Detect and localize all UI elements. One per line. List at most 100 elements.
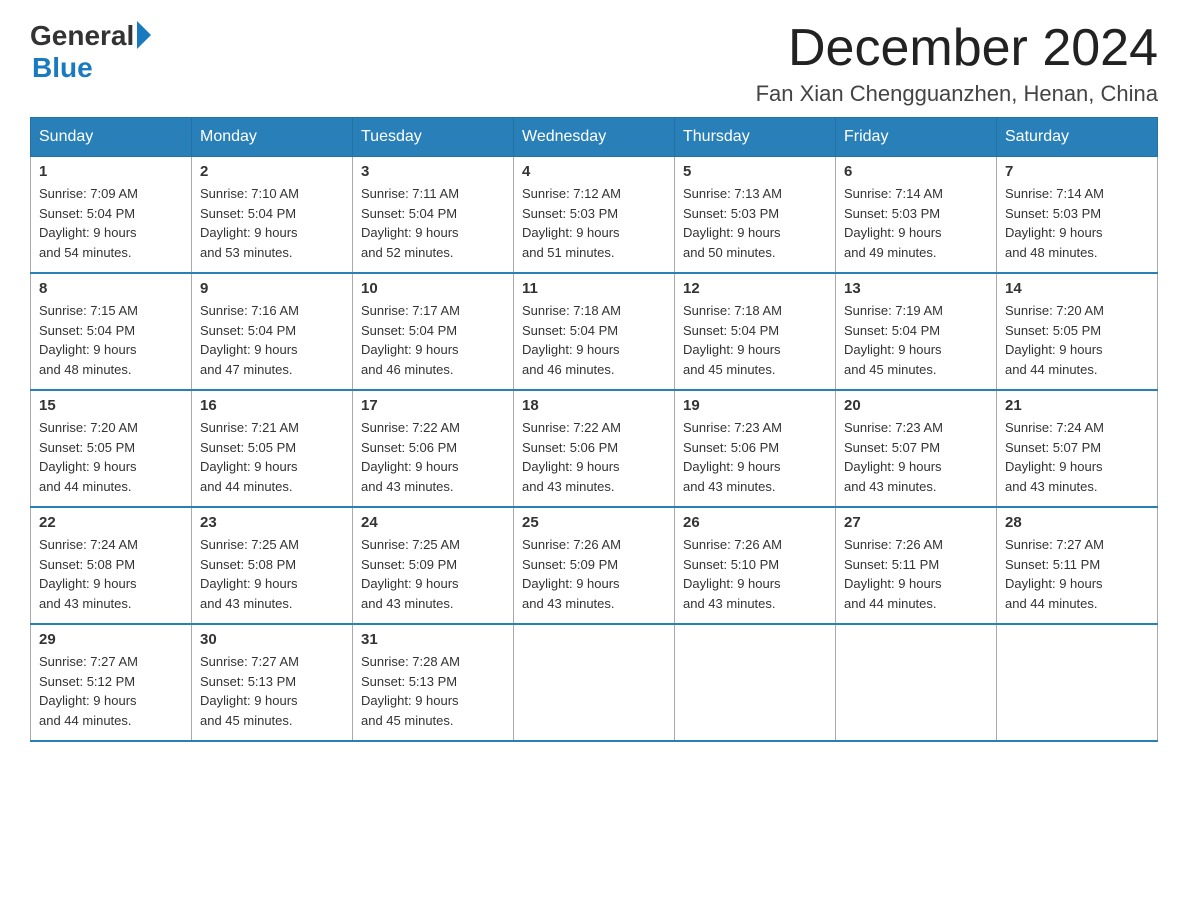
day-info: Sunrise: 7:24 AMSunset: 5:08 PMDaylight:… <box>39 535 183 613</box>
weekday-header-friday: Friday <box>836 118 997 157</box>
day-number: 25 <box>522 514 666 531</box>
day-cell: 2 Sunrise: 7:10 AMSunset: 5:04 PMDayligh… <box>192 157 353 274</box>
weekday-header-saturday: Saturday <box>997 118 1158 157</box>
day-cell: 9 Sunrise: 7:16 AMSunset: 5:04 PMDayligh… <box>192 273 353 390</box>
day-cell: 8 Sunrise: 7:15 AMSunset: 5:04 PMDayligh… <box>31 273 192 390</box>
day-info: Sunrise: 7:24 AMSunset: 5:07 PMDaylight:… <box>1005 418 1149 496</box>
day-cell: 5 Sunrise: 7:13 AMSunset: 5:03 PMDayligh… <box>675 157 836 274</box>
day-cell: 17 Sunrise: 7:22 AMSunset: 5:06 PMDaylig… <box>353 390 514 507</box>
day-cell: 15 Sunrise: 7:20 AMSunset: 5:05 PMDaylig… <box>31 390 192 507</box>
day-info: Sunrise: 7:26 AMSunset: 5:10 PMDaylight:… <box>683 535 827 613</box>
day-info: Sunrise: 7:14 AMSunset: 5:03 PMDaylight:… <box>844 184 988 262</box>
day-info: Sunrise: 7:20 AMSunset: 5:05 PMDaylight:… <box>1005 301 1149 379</box>
day-number: 27 <box>844 514 988 531</box>
day-cell: 3 Sunrise: 7:11 AMSunset: 5:04 PMDayligh… <box>353 157 514 274</box>
day-info: Sunrise: 7:23 AMSunset: 5:06 PMDaylight:… <box>683 418 827 496</box>
logo-arrow-icon <box>137 21 151 49</box>
day-number: 19 <box>683 397 827 414</box>
day-number: 8 <box>39 280 183 297</box>
day-cell: 11 Sunrise: 7:18 AMSunset: 5:04 PMDaylig… <box>514 273 675 390</box>
day-number: 5 <box>683 163 827 180</box>
day-cell: 1 Sunrise: 7:09 AMSunset: 5:04 PMDayligh… <box>31 157 192 274</box>
day-number: 24 <box>361 514 505 531</box>
day-number: 30 <box>200 631 344 648</box>
day-info: Sunrise: 7:11 AMSunset: 5:04 PMDaylight:… <box>361 184 505 262</box>
day-info: Sunrise: 7:27 AMSunset: 5:11 PMDaylight:… <box>1005 535 1149 613</box>
day-info: Sunrise: 7:22 AMSunset: 5:06 PMDaylight:… <box>361 418 505 496</box>
day-cell: 25 Sunrise: 7:26 AMSunset: 5:09 PMDaylig… <box>514 507 675 624</box>
day-info: Sunrise: 7:15 AMSunset: 5:04 PMDaylight:… <box>39 301 183 379</box>
day-number: 6 <box>844 163 988 180</box>
day-number: 11 <box>522 280 666 297</box>
day-info: Sunrise: 7:09 AMSunset: 5:04 PMDaylight:… <box>39 184 183 262</box>
week-row-5: 29 Sunrise: 7:27 AMSunset: 5:12 PMDaylig… <box>31 624 1158 741</box>
day-number: 23 <box>200 514 344 531</box>
day-cell: 23 Sunrise: 7:25 AMSunset: 5:08 PMDaylig… <box>192 507 353 624</box>
day-cell: 4 Sunrise: 7:12 AMSunset: 5:03 PMDayligh… <box>514 157 675 274</box>
day-number: 12 <box>683 280 827 297</box>
weekday-header-wednesday: Wednesday <box>514 118 675 157</box>
main-title: December 2024 <box>756 20 1158 77</box>
day-cell: 22 Sunrise: 7:24 AMSunset: 5:08 PMDaylig… <box>31 507 192 624</box>
day-cell: 30 Sunrise: 7:27 AMSunset: 5:13 PMDaylig… <box>192 624 353 741</box>
calendar-table: SundayMondayTuesdayWednesdayThursdayFrid… <box>30 117 1158 742</box>
day-cell: 28 Sunrise: 7:27 AMSunset: 5:11 PMDaylig… <box>997 507 1158 624</box>
day-cell: 14 Sunrise: 7:20 AMSunset: 5:05 PMDaylig… <box>997 273 1158 390</box>
day-cell: 16 Sunrise: 7:21 AMSunset: 5:05 PMDaylig… <box>192 390 353 507</box>
week-row-1: 1 Sunrise: 7:09 AMSunset: 5:04 PMDayligh… <box>31 157 1158 274</box>
weekday-header-sunday: Sunday <box>31 118 192 157</box>
day-number: 16 <box>200 397 344 414</box>
week-row-2: 8 Sunrise: 7:15 AMSunset: 5:04 PMDayligh… <box>31 273 1158 390</box>
day-info: Sunrise: 7:12 AMSunset: 5:03 PMDaylight:… <box>522 184 666 262</box>
day-number: 18 <box>522 397 666 414</box>
day-number: 10 <box>361 280 505 297</box>
weekday-header-thursday: Thursday <box>675 118 836 157</box>
day-number: 14 <box>1005 280 1149 297</box>
day-info: Sunrise: 7:18 AMSunset: 5:04 PMDaylight:… <box>683 301 827 379</box>
day-number: 1 <box>39 163 183 180</box>
day-info: Sunrise: 7:23 AMSunset: 5:07 PMDaylight:… <box>844 418 988 496</box>
day-cell <box>997 624 1158 741</box>
week-row-3: 15 Sunrise: 7:20 AMSunset: 5:05 PMDaylig… <box>31 390 1158 507</box>
day-info: Sunrise: 7:16 AMSunset: 5:04 PMDaylight:… <box>200 301 344 379</box>
day-number: 2 <box>200 163 344 180</box>
day-info: Sunrise: 7:28 AMSunset: 5:13 PMDaylight:… <box>361 652 505 730</box>
day-info: Sunrise: 7:10 AMSunset: 5:04 PMDaylight:… <box>200 184 344 262</box>
day-number: 3 <box>361 163 505 180</box>
weekday-header-monday: Monday <box>192 118 353 157</box>
day-number: 7 <box>1005 163 1149 180</box>
day-number: 13 <box>844 280 988 297</box>
day-cell: 19 Sunrise: 7:23 AMSunset: 5:06 PMDaylig… <box>675 390 836 507</box>
day-info: Sunrise: 7:20 AMSunset: 5:05 PMDaylight:… <box>39 418 183 496</box>
week-row-4: 22 Sunrise: 7:24 AMSunset: 5:08 PMDaylig… <box>31 507 1158 624</box>
logo-blue-text: Blue <box>32 52 93 84</box>
day-info: Sunrise: 7:21 AMSunset: 5:05 PMDaylight:… <box>200 418 344 496</box>
day-cell <box>836 624 997 741</box>
day-info: Sunrise: 7:26 AMSunset: 5:09 PMDaylight:… <box>522 535 666 613</box>
day-cell: 18 Sunrise: 7:22 AMSunset: 5:06 PMDaylig… <box>514 390 675 507</box>
day-cell: 21 Sunrise: 7:24 AMSunset: 5:07 PMDaylig… <box>997 390 1158 507</box>
subtitle: Fan Xian Chengguanzhen, Henan, China <box>756 81 1158 107</box>
day-number: 17 <box>361 397 505 414</box>
day-cell: 12 Sunrise: 7:18 AMSunset: 5:04 PMDaylig… <box>675 273 836 390</box>
day-cell: 20 Sunrise: 7:23 AMSunset: 5:07 PMDaylig… <box>836 390 997 507</box>
day-info: Sunrise: 7:27 AMSunset: 5:12 PMDaylight:… <box>39 652 183 730</box>
title-section: December 2024 Fan Xian Chengguanzhen, He… <box>756 20 1158 107</box>
day-cell: 6 Sunrise: 7:14 AMSunset: 5:03 PMDayligh… <box>836 157 997 274</box>
day-number: 9 <box>200 280 344 297</box>
day-cell: 31 Sunrise: 7:28 AMSunset: 5:13 PMDaylig… <box>353 624 514 741</box>
day-number: 29 <box>39 631 183 648</box>
day-cell <box>514 624 675 741</box>
page-header: General Blue December 2024 Fan Xian Chen… <box>30 20 1158 107</box>
day-number: 21 <box>1005 397 1149 414</box>
day-info: Sunrise: 7:14 AMSunset: 5:03 PMDaylight:… <box>1005 184 1149 262</box>
day-info: Sunrise: 7:25 AMSunset: 5:08 PMDaylight:… <box>200 535 344 613</box>
day-number: 31 <box>361 631 505 648</box>
logo-general-text: General <box>30 20 134 52</box>
day-cell: 26 Sunrise: 7:26 AMSunset: 5:10 PMDaylig… <box>675 507 836 624</box>
day-info: Sunrise: 7:18 AMSunset: 5:04 PMDaylight:… <box>522 301 666 379</box>
day-number: 28 <box>1005 514 1149 531</box>
day-cell: 13 Sunrise: 7:19 AMSunset: 5:04 PMDaylig… <box>836 273 997 390</box>
day-info: Sunrise: 7:17 AMSunset: 5:04 PMDaylight:… <box>361 301 505 379</box>
day-cell <box>675 624 836 741</box>
